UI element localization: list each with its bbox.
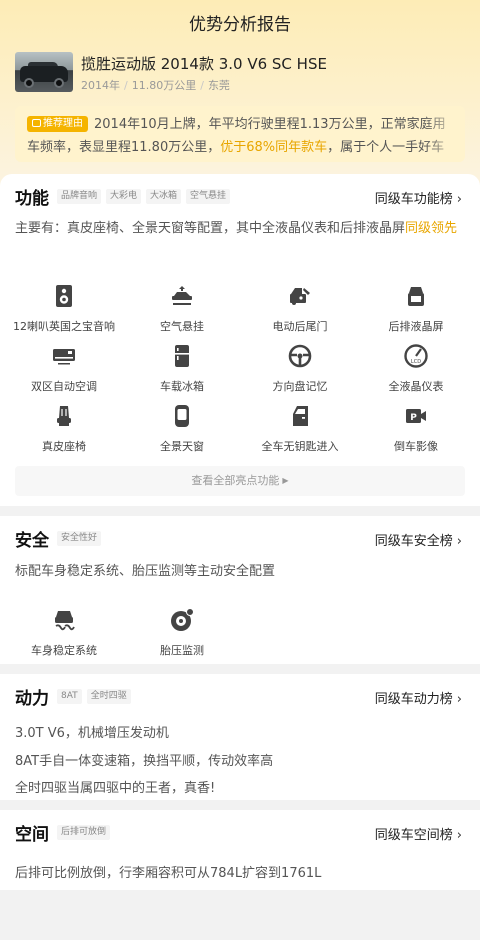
feature-label: 空气悬挂 <box>160 320 204 333</box>
triangle-right-icon: ▶ <box>282 476 289 485</box>
space-section: 空间 后排可放倒 同级车空间榜 › 后排可比例放倒，行李厢容积可从784L扩容到1… <box>0 810 480 890</box>
function-chip: 大彩电 <box>106 188 142 204</box>
feature-item[interactable]: 12喇叭英国之宝音响 <box>6 284 122 336</box>
safety-chip: 安全性好 <box>57 530 102 546</box>
space-rank-link[interactable]: 同级车空间榜 › <box>375 824 462 843</box>
feature-label: 全液晶仪表 <box>388 380 444 393</box>
power-title: 动力 <box>15 688 49 709</box>
car-year: 2014年 <box>81 79 120 92</box>
function-header: 功能 品牌音响 大彩电 大冰箱 空气悬挂 <box>15 186 235 209</box>
reverse-camera-icon: P <box>406 409 426 423</box>
feature-item[interactable]: 胎压监测 <box>124 608 240 660</box>
safety-summary: 标配车身稳定系统、胎压监测等主动安全配置 <box>15 564 276 579</box>
feature-label: 12喇叭英国之宝音响 <box>13 320 115 333</box>
function-chip: 空气悬挂 <box>186 188 231 204</box>
feature-label: 车载冰箱 <box>160 380 204 393</box>
car-meta: 2014年/11.80万公里 / 东莞 <box>81 79 230 92</box>
feature-item[interactable]: 后排液晶屏 <box>358 284 474 336</box>
feature-item[interactable]: P 倒车影像 <box>358 404 474 456</box>
dual-zone-ac-icon <box>53 349 75 365</box>
feature-item[interactable]: 真皮座椅 <box>6 404 122 456</box>
car-mileage: 11.80万公里 <box>131 79 197 92</box>
feature-item[interactable]: 电动后尾门 <box>242 284 358 336</box>
feature-item[interactable]: 车身稳定系统 <box>6 608 122 660</box>
stability-control-icon <box>55 611 75 631</box>
feature-item[interactable]: 方向盘记忆 <box>242 344 358 396</box>
chevron-right-icon: › <box>456 192 462 207</box>
function-section: 功能 品牌音响 大彩电 大冰箱 空气悬挂 同级车功能榜 › 主要有：真皮座椅、全景… <box>0 174 480 506</box>
power-chip: 全时四驱 <box>86 688 131 704</box>
feature-item[interactable]: 双区自动空调 <box>6 344 122 396</box>
safety-title: 安全 <box>15 530 49 551</box>
feature-label: 真皮座椅 <box>42 440 86 453</box>
power-section: 动力 8AT 全时四驱 同级车动力榜 › 3.0T V6，机械增压发动机 8AT手… <box>0 674 480 800</box>
chevron-right-icon: › <box>456 828 462 843</box>
reason-highlight: 优于68%同年款车 <box>220 140 328 155</box>
power-chip: 8AT <box>57 688 82 704</box>
safety-header: 安全 安全性好 <box>15 528 106 551</box>
safety-section: 安全 安全性好 同级车安全榜 › 标配车身稳定系统、胎压监测等主动安全配置 车身稳… <box>0 516 480 664</box>
space-chip: 后排可放倒 <box>57 824 111 840</box>
leather-seat-icon <box>57 406 71 426</box>
top-bar: 优势分析报告 <box>0 0 480 44</box>
car-fridge-icon <box>175 345 189 367</box>
function-rank-link[interactable]: 同级车功能榜 › <box>375 188 462 207</box>
rear-screen-icon <box>408 287 424 306</box>
feature-item[interactable]: 空气悬挂 <box>124 284 240 336</box>
feature-item[interactable]: LCD 全液晶仪表 <box>358 344 474 396</box>
feature-label: 方向盘记忆 <box>272 380 328 393</box>
safety-rank-link[interactable]: 同级车安全榜 › <box>375 530 462 549</box>
space-header: 空间 后排可放倒 <box>15 822 115 845</box>
feature-label: 车身稳定系统 <box>31 644 97 657</box>
car-name: 揽胜运动版 2014款 3.0 V6 SC HSE <box>81 55 327 73</box>
feature-label: 全车无钥匙进入 <box>261 440 339 453</box>
feature-label: 后排液晶屏 <box>388 320 444 333</box>
feature-item[interactable]: 全景天窗 <box>124 404 240 456</box>
power-rank-link[interactable]: 同级车动力榜 › <box>375 688 462 707</box>
keyless-entry-icon <box>293 406 308 426</box>
panoramic-sunroof-icon <box>175 405 189 427</box>
feature-item[interactable]: 车载冰箱 <box>124 344 240 396</box>
function-title: 功能 <box>15 188 49 209</box>
feature-label: 双区自动空调 <box>31 380 97 393</box>
function-chip: 大冰箱 <box>146 188 182 204</box>
power-line: 全时四驱当属四驱中的王者，真香! <box>15 781 216 796</box>
function-chip: 品牌音响 <box>57 188 102 204</box>
power-header: 动力 8AT 全时四驱 <box>15 686 136 709</box>
feature-label: 电动后尾门 <box>272 320 328 333</box>
lcd-dashboard-icon: LCD <box>404 344 428 368</box>
feature-label: 全景天窗 <box>160 440 204 453</box>
function-summary: 主要有：真皮座椅、全景天窗等配置，其中全液晶仪表和后排液晶屏同级领先 <box>15 221 458 236</box>
power-line: 3.0T V6，机械增压发动机 <box>15 726 169 741</box>
car-summary[interactable]: 揽胜运动版 2014款 3.0 V6 SC HSE 2014年/11.80万公里… <box>15 52 465 92</box>
power-tailgate-icon <box>290 288 310 305</box>
recommend-reason: 推荐理由 2014年10月上牌，年平均行驶里程1.13万公里，正常家庭用车频率，表… <box>15 106 465 162</box>
car-city: 东莞 <box>207 79 230 92</box>
car-thumbnail <box>15 52 73 92</box>
tire-pressure-icon <box>171 608 194 631</box>
power-line: 8AT手自一体变速箱，换挡平顺，传动效率高 <box>15 754 274 769</box>
air-suspension-icon <box>172 286 192 305</box>
steering-wheel-icon <box>288 344 312 368</box>
chevron-right-icon: › <box>456 692 462 707</box>
chevron-right-icon: › <box>456 534 462 549</box>
feature-label: 倒车影像 <box>394 440 438 453</box>
view-all-features-button[interactable]: 查看全部亮点功能 ▶ <box>15 466 465 496</box>
feature-item[interactable]: 全车无钥匙进入 <box>242 404 358 456</box>
svg-text:LCD: LCD <box>411 359 421 365</box>
space-title: 空间 <box>15 824 49 845</box>
page-title: 优势分析报告 <box>189 14 291 35</box>
svg-text:P: P <box>410 413 417 423</box>
recommend-tag: 推荐理由 <box>27 116 88 132</box>
thumb-up-icon <box>32 119 41 127</box>
space-summary: 后排可比例放倒，行李厢容积可从784L扩容到1761L <box>15 866 322 881</box>
speaker-icon <box>56 285 72 307</box>
feature-label: 胎压监测 <box>160 644 204 657</box>
